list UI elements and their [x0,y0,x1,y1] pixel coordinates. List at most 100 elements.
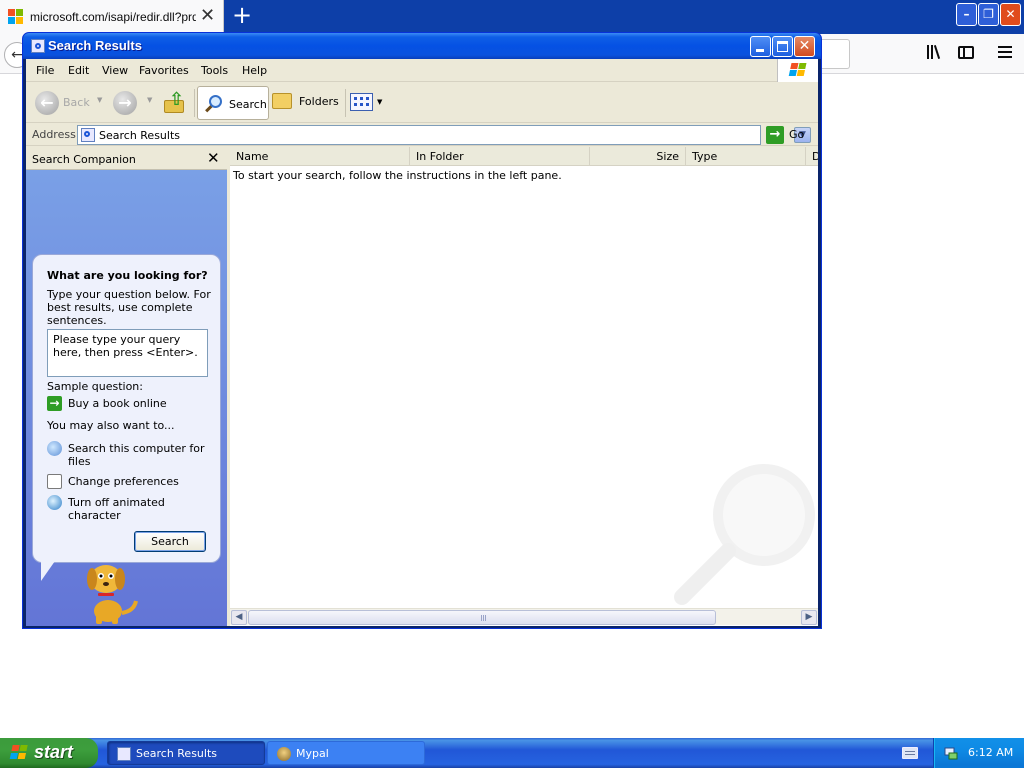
keyboard-icon[interactable] [902,747,918,759]
toolbar-separator [194,89,195,117]
menu-edit[interactable]: Edit [68,64,89,77]
clock[interactable]: 6:12 AM [968,746,1013,759]
menu-favorites[interactable]: Favorites [139,64,189,77]
menu-file[interactable]: File [36,64,54,77]
results-instructions-text: To start your search, follow the instruc… [233,169,562,182]
scrollbar-thumb[interactable] [248,610,716,625]
column-in-folder[interactable]: In Folder [410,147,590,165]
back-arrow-icon: ← [40,93,54,112]
browser-minimize-button[interactable]: – [956,3,977,26]
window-title: Search Results [48,38,142,53]
animated-character-icon [47,495,62,510]
search-companion-close-icon[interactable]: ✕ [207,149,220,167]
column-name[interactable]: Name [230,147,410,165]
search-results-window: Search Results ✕ File Edit View Favorite… [22,32,822,629]
maximize-icon [777,41,788,52]
change-preferences-link-text: Change preferences [68,475,179,488]
address-value: Search Results [99,129,181,142]
microsoft-favicon [8,9,24,25]
browser-tab-strip: microsoft.com/isapi/redir.dll?prd=ie&pve… [0,0,1024,34]
minimize-icon [756,49,764,52]
new-tab-button[interactable]: + [231,3,253,29]
library-icon[interactable] [926,44,942,60]
also-want-label: You may also want to... [47,419,175,432]
network-tray-icon[interactable] [943,745,959,761]
column-date-modified[interactable]: D [806,147,818,165]
address-bar: Address Search Results ▼ → Go [26,124,818,146]
folders-icon [272,93,292,109]
taskbar-item-search-results[interactable]: Search Results [107,741,265,765]
search-query-input[interactable] [47,329,208,377]
close-button[interactable]: ✕ [794,36,815,57]
views-icon [350,93,373,111]
turn-off-character-link-text: Turn off animated character [68,496,165,522]
forward-button[interactable]: → [113,91,137,115]
views-button[interactable]: ▼ [350,92,384,114]
tab-close-icon[interactable]: ✕ [200,6,215,26]
search-companion-pane: Search Companion ✕ What are you looking … [26,147,227,626]
search-balloon: What are you looking for? Type your ques… [32,254,221,563]
scroll-right-icon[interactable]: ▶ [801,610,817,625]
browser-url-bar[interactable] [818,39,850,69]
search-computer-link-text: Search this computer for files [68,442,205,468]
menu-view[interactable]: View [102,64,128,77]
maximize-button[interactable] [772,36,793,57]
results-list-pane: Name In Folder Size Type D To start your… [230,147,818,626]
address-label: Address [32,128,76,141]
folders-button[interactable]: Folders [272,91,342,115]
column-type[interactable]: Type [686,147,806,165]
menu-tools[interactable]: Tools [201,64,228,77]
scroll-left-icon[interactable]: ◀ [231,610,247,625]
search-companion-title: Search Companion [32,153,136,166]
taskbar: start Search Results Mypal 6:12 AM [0,738,1024,768]
go-label: Go [789,128,805,141]
sidebar-icon[interactable] [958,46,974,59]
window-title-bar[interactable]: Search Results ✕ [23,33,821,59]
browser-restore-button[interactable]: ❐ [978,3,999,26]
rover-dog-icon[interactable] [78,557,140,625]
close-icon: ✕ [798,38,811,54]
forward-arrow-icon: → [118,93,132,112]
start-label: start [34,742,74,762]
forward-history-dropdown-icon[interactable]: ▼ [147,96,152,104]
magnifier-icon [205,95,222,113]
results-column-header: Name In Folder Size Type D [230,147,818,166]
folders-button-label: Folders [299,95,339,108]
taskbar-item-label: Search Results [136,747,218,760]
taskbar-item-label: Mypal [296,747,329,760]
window-client-area: File Edit View Favorites Tools Help ← Ba… [26,59,818,626]
start-button[interactable]: start [0,738,98,768]
mypal-browser-icon [277,747,291,761]
menu-help[interactable]: Help [242,64,267,77]
up-arrow-icon: ⇧ [169,89,185,110]
column-size[interactable]: Size [590,147,686,165]
sample-question-link-text: Buy a book online [68,397,167,410]
taskbar-item-mypal[interactable]: Mypal [267,741,425,765]
up-folder-button[interactable]: ⇧ [163,91,187,115]
windows-logo-box [777,59,818,82]
standard-toolbar: ← Back ▼ → ▼ ⇧ Search Folders ▼ [26,83,818,123]
horizontal-scrollbar[interactable]: ◀ ▶ [230,608,818,625]
green-arrow-icon: → [47,396,62,411]
back-label: Back [63,96,90,109]
browser-close-button[interactable]: ✕ [1000,3,1021,26]
search-computer-icon [47,441,62,456]
windows-flag-icon [9,745,29,761]
search-window-icon [31,39,45,53]
search-results-icon [117,747,131,761]
hamburger-menu-icon[interactable] [998,46,1012,58]
search-companion-header: Search Companion ✕ [26,147,227,170]
back-history-dropdown-icon[interactable]: ▼ [97,96,102,104]
go-arrow-icon: → [766,126,784,144]
search-button-label: Search [229,98,267,111]
search-button[interactable]: Search [197,86,269,120]
minimize-button[interactable] [750,36,771,57]
balloon-heading: What are you looking for? [47,269,208,282]
balloon-intro-text: Type your question below. For best resul… [47,288,211,327]
address-field[interactable]: Search Results ▼ [77,125,811,145]
companion-search-button[interactable]: Search [134,531,206,552]
browser-tab[interactable]: microsoft.com/isapi/redir.dll?prd=ie&pve… [0,0,224,34]
go-button[interactable]: → Go [765,125,815,145]
back-button[interactable]: ← [35,91,59,115]
search-results-icon [81,128,95,142]
